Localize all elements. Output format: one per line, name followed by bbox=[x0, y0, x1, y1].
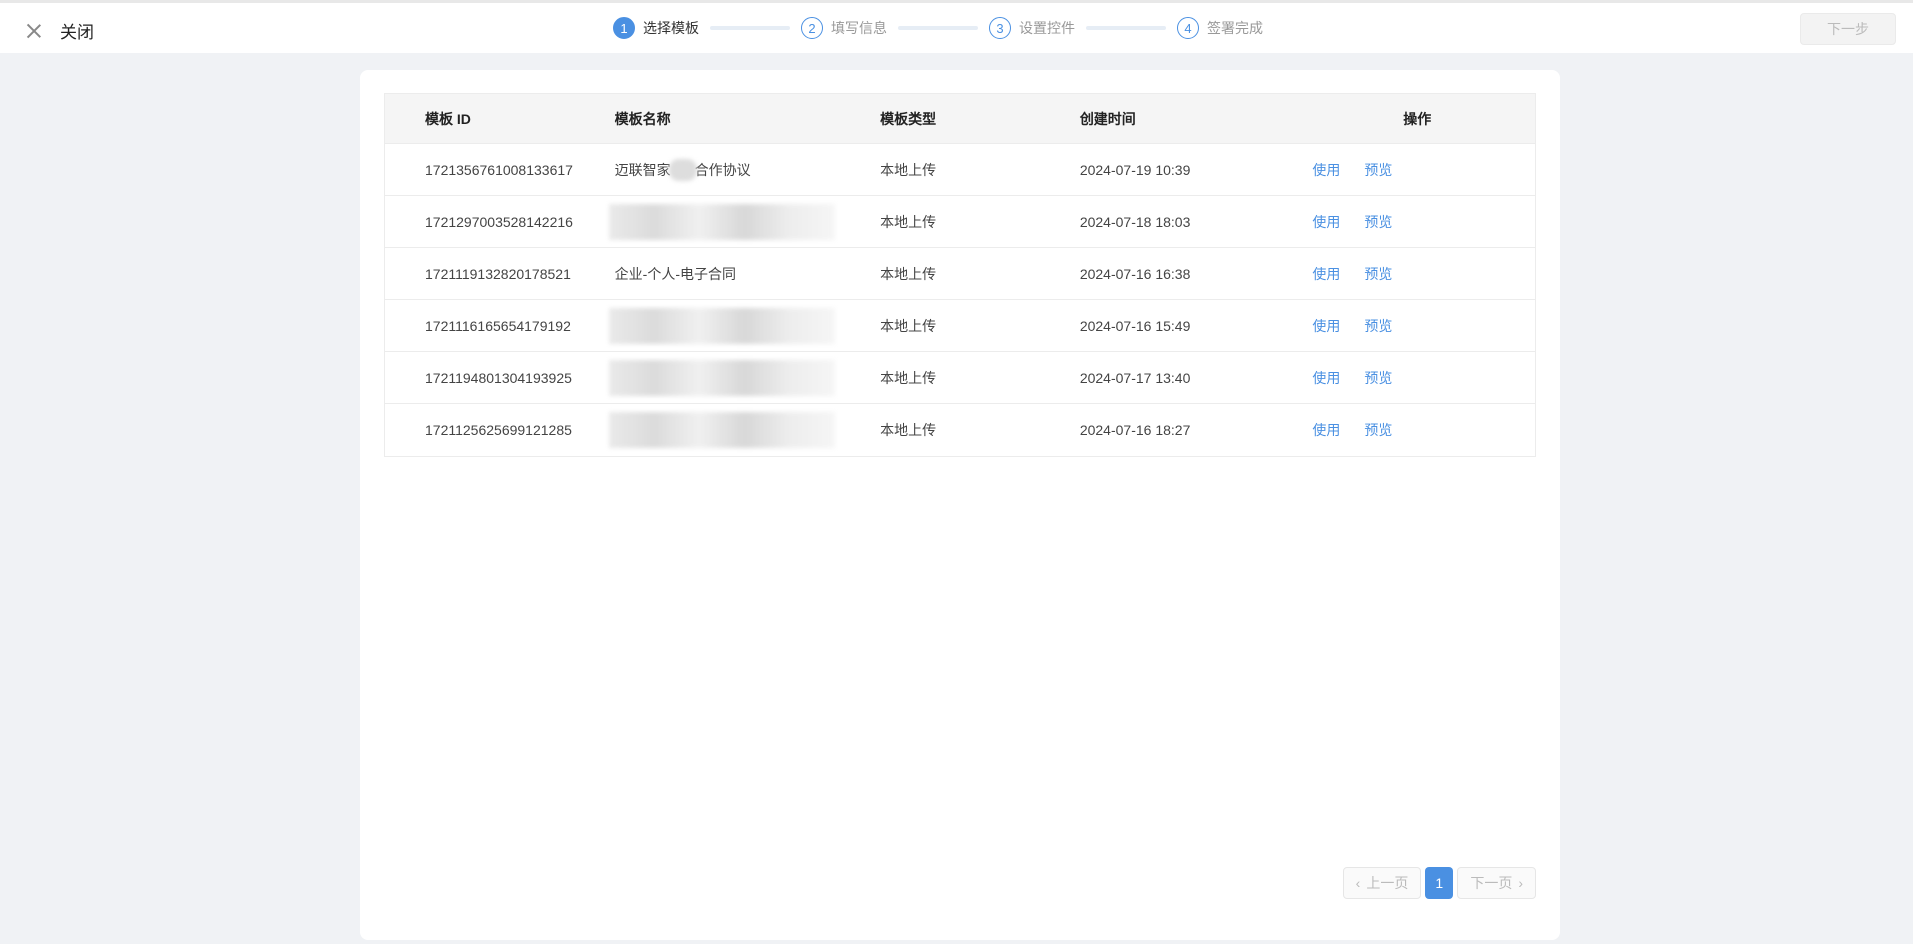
col-header-ops: 操作 bbox=[1403, 110, 1432, 127]
template-id: 1721125625699121285 bbox=[425, 422, 572, 438]
prev-page-label: 上一页 bbox=[1366, 875, 1409, 891]
page-number-current[interactable]: 1 bbox=[1425, 867, 1454, 899]
next-page-button[interactable]: 下一页 › bbox=[1457, 867, 1536, 899]
close-icon[interactable] bbox=[24, 21, 44, 41]
template-name bbox=[608, 352, 881, 403]
use-link[interactable]: 使用 bbox=[1312, 316, 1340, 336]
preview-link[interactable]: 预览 bbox=[1364, 316, 1392, 336]
step-connector bbox=[898, 26, 978, 30]
created-time: 2024-07-16 15:49 bbox=[1079, 317, 1191, 334]
template-name: 企业-个人-电子合同 bbox=[614, 265, 736, 282]
step-number: 1 bbox=[613, 17, 635, 39]
preview-link[interactable]: 预览 bbox=[1364, 420, 1392, 440]
step-set-controls: 3 设置控件 bbox=[989, 17, 1075, 39]
col-header-id: 模板 ID bbox=[425, 110, 471, 127]
created-time: 2024-07-16 18:27 bbox=[1079, 422, 1191, 438]
template-name bbox=[608, 196, 881, 247]
row-actions: 使用 预览 bbox=[1299, 212, 1535, 232]
redacted-name bbox=[608, 360, 835, 396]
redacted-name bbox=[608, 412, 835, 448]
prev-page-button[interactable]: ‹ 上一页 bbox=[1342, 867, 1422, 899]
table-row: 1721116165654179192 本地上传 2024-07-16 15:4… bbox=[385, 300, 1535, 352]
close-label: 关闭 bbox=[60, 23, 94, 42]
step-fill-info: 2 填写信息 bbox=[801, 17, 887, 39]
use-link[interactable]: 使用 bbox=[1312, 160, 1340, 180]
step-connector bbox=[710, 26, 790, 30]
row-actions: 使用 预览 bbox=[1299, 368, 1535, 388]
template-table: 模板 ID 模板名称 模板类型 创建时间 操作 1721356761008133… bbox=[384, 93, 1536, 457]
next-page-label: 下一页 bbox=[1470, 875, 1513, 891]
redacted-name bbox=[608, 308, 835, 344]
row-actions: 使用 预览 bbox=[1299, 316, 1535, 336]
created-time: 2024-07-18 18:03 bbox=[1079, 213, 1191, 230]
template-id: 1721356761008133617 bbox=[425, 161, 573, 178]
step-connector bbox=[1086, 26, 1166, 30]
row-actions: 使用 预览 bbox=[1299, 160, 1535, 180]
template-type: 本地上传 bbox=[880, 369, 937, 386]
template-id: 1721119132820178521 bbox=[425, 265, 571, 282]
step-label: 签署完成 bbox=[1207, 20, 1263, 36]
col-header-time: 创建时间 bbox=[1079, 110, 1136, 127]
col-header-name: 模板名称 bbox=[614, 110, 671, 127]
use-link[interactable]: 使用 bbox=[1312, 264, 1340, 284]
template-id: 1721297003528142216 bbox=[425, 213, 573, 230]
template-type: 本地上传 bbox=[880, 265, 937, 282]
template-panel: 模板 ID 模板名称 模板类型 创建时间 操作 1721356761008133… bbox=[360, 70, 1560, 940]
template-name: 迈联智家 合作协议 bbox=[615, 144, 881, 195]
preview-link[interactable]: 预览 bbox=[1364, 264, 1392, 284]
table-row: 1721356761008133617 迈联智家 合作协议 本地上传 2024-0… bbox=[385, 144, 1535, 196]
step-select-template: 1 选择模板 bbox=[613, 17, 699, 39]
template-type: 本地上传 bbox=[880, 422, 937, 438]
use-link[interactable]: 使用 bbox=[1312, 212, 1340, 232]
table-row: 1721194801304193925 本地上传 2024-07-17 13:4… bbox=[385, 352, 1535, 404]
use-link[interactable]: 使用 bbox=[1312, 420, 1340, 440]
step-label: 选择模板 bbox=[643, 20, 699, 36]
template-name bbox=[608, 404, 881, 456]
step-number: 2 bbox=[801, 17, 823, 39]
table-row: 1721125625699121285 本地上传 2024-07-16 18:2… bbox=[385, 404, 1535, 456]
use-link[interactable]: 使用 bbox=[1312, 368, 1340, 388]
template-type: 本地上传 bbox=[880, 213, 937, 230]
close-button[interactable]: 关闭 bbox=[24, 18, 94, 43]
col-header-type: 模板类型 bbox=[880, 110, 937, 127]
top-bar: 关闭 1 选择模板 2 填写信息 3 设置控件 4 签署完成 下一步 bbox=[0, 0, 1913, 53]
step-number: 4 bbox=[1177, 17, 1199, 39]
step-label: 设置控件 bbox=[1019, 20, 1075, 36]
template-type: 本地上传 bbox=[880, 161, 937, 178]
template-id: 1721116165654179192 bbox=[425, 317, 571, 334]
preview-link[interactable]: 预览 bbox=[1364, 160, 1392, 180]
preview-link[interactable]: 预览 bbox=[1364, 368, 1392, 388]
pagination: ‹ 上一页 1 下一页 › bbox=[1342, 867, 1536, 899]
row-actions: 使用 预览 bbox=[1299, 264, 1535, 284]
row-actions: 使用 预览 bbox=[1299, 420, 1535, 440]
next-step-button[interactable]: 下一步 bbox=[1800, 13, 1896, 45]
step-number: 3 bbox=[989, 17, 1011, 39]
preview-link[interactable]: 预览 bbox=[1364, 212, 1392, 232]
table-row: 1721119132820178521 企业-个人-电子合同 本地上传 2024… bbox=[385, 248, 1535, 300]
created-time: 2024-07-19 10:39 bbox=[1079, 161, 1191, 178]
chevron-right-icon: › bbox=[1518, 875, 1523, 891]
redacted-name bbox=[608, 204, 835, 240]
step-label: 填写信息 bbox=[831, 20, 887, 36]
redacted-mark bbox=[668, 158, 697, 181]
table-header: 模板 ID 模板名称 模板类型 创建时间 操作 bbox=[385, 94, 1535, 144]
template-name-suffix: 合作协议 bbox=[694, 161, 751, 178]
created-time: 2024-07-16 16:38 bbox=[1079, 265, 1191, 282]
table-row: 1721297003528142216 本地上传 2024-07-18 18:0… bbox=[385, 196, 1535, 248]
template-type: 本地上传 bbox=[880, 317, 937, 334]
step-sign-complete: 4 签署完成 bbox=[1177, 17, 1263, 39]
chevron-left-icon: ‹ bbox=[1355, 875, 1361, 891]
created-time: 2024-07-17 13:40 bbox=[1079, 369, 1191, 386]
template-name-prefix: 迈联智家 bbox=[614, 161, 671, 178]
template-name bbox=[608, 300, 881, 351]
template-id: 1721194801304193925 bbox=[425, 369, 572, 386]
step-indicator: 1 选择模板 2 填写信息 3 设置控件 4 签署完成 bbox=[613, 17, 1263, 39]
